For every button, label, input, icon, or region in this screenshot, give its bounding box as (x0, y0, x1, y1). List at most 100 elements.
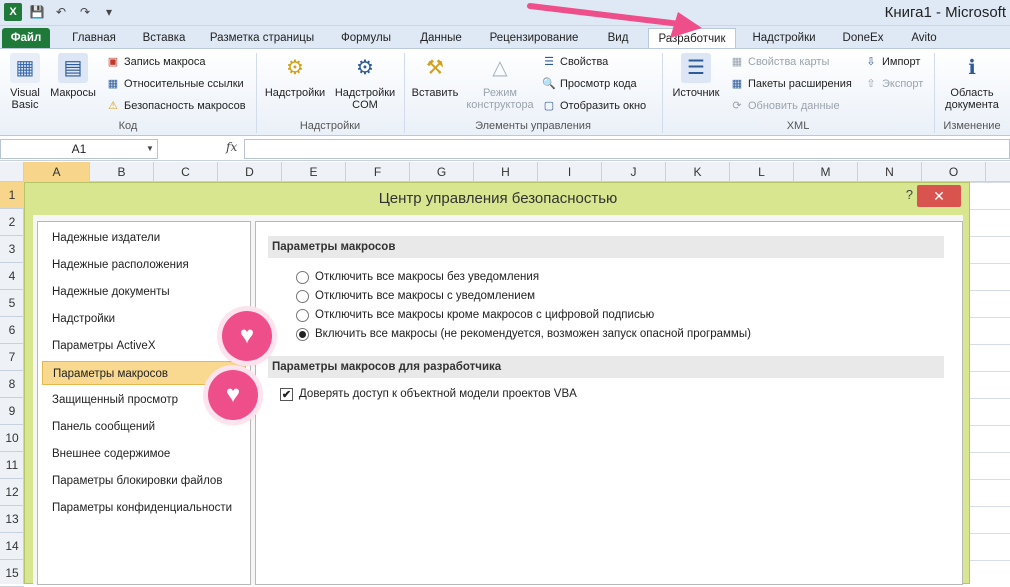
properties-label: Свойства (560, 56, 609, 68)
row-header[interactable]: 8 (0, 371, 24, 398)
column-header[interactable]: F (346, 162, 410, 182)
row-header[interactable]: 13 (0, 506, 24, 533)
select-all-corner[interactable] (0, 162, 24, 182)
row-header[interactable]: 11 (0, 452, 24, 479)
row-header[interactable]: 2 (0, 209, 24, 236)
column-header[interactable]: O (922, 162, 986, 182)
save-icon[interactable]: 💾 (28, 3, 46, 21)
row-header[interactable]: 3 (0, 236, 24, 263)
row-header[interactable]: 4 (0, 263, 24, 290)
design-mode-button[interactable]: △ Режим конструктора (460, 53, 540, 111)
checkbox-checked[interactable]: ✔ (280, 387, 293, 401)
show-window-button[interactable]: ▢ Отобразить окно (542, 97, 646, 115)
row-header[interactable]: 6 (0, 317, 24, 344)
column-header[interactable]: M (794, 162, 858, 182)
column-header[interactable]: N (858, 162, 922, 182)
macro-option-disable-except-signed[interactable]: Отключить все макросы кроме макросов с ц… (296, 306, 654, 324)
nav-item-trusted-locations[interactable]: Надежные расположения (42, 253, 246, 277)
macro-option-disable-notify[interactable]: Отключить все макросы с уведомлением (296, 287, 535, 305)
relative-refs-label: Относительные ссылки (124, 78, 244, 90)
nav-item-external-content[interactable]: Внешнее содержимое (42, 442, 246, 466)
column-header[interactable]: G (410, 162, 474, 182)
radio-button[interactable] (296, 308, 309, 322)
customize-icon[interactable]: ▾ (100, 3, 118, 21)
tab-doneex[interactable]: DoneEx (836, 28, 890, 48)
expansion-packs-button[interactable]: ▦ Пакеты расширения (730, 75, 852, 93)
document-panel-button[interactable]: ℹ Область документа (938, 53, 1006, 111)
column-header[interactable]: E (282, 162, 346, 182)
nav-item-addins[interactable]: Надстройки (42, 307, 246, 331)
refresh-data-button[interactable]: ⟳ Обновить данные (730, 97, 839, 115)
column-header[interactable]: D (218, 162, 282, 182)
row-header[interactable]: 12 (0, 479, 24, 506)
properties-button[interactable]: ☰ Свойства (542, 53, 608, 71)
macro-option-disable-no-notify[interactable]: Отключить все макросы без уведомления (296, 268, 539, 286)
record-macro-button[interactable]: ▣ Запись макроса (106, 53, 206, 71)
radio-button-selected[interactable] (296, 327, 309, 341)
tab-addins[interactable]: Надстройки (748, 28, 820, 48)
row-header[interactable]: 5 (0, 290, 24, 317)
tab-insert[interactable]: Вставка (138, 28, 190, 48)
xml-source-button[interactable]: ☰ Источник (666, 53, 726, 99)
relative-refs-button[interactable]: ▦ Относительные ссылки (106, 75, 244, 93)
redo-icon[interactable]: ↷ (76, 3, 94, 21)
undo-icon[interactable]: ↶ (52, 3, 70, 21)
row-header[interactable]: 1 (0, 182, 24, 209)
insert-control-button[interactable]: ⚒ Вставить (408, 53, 462, 99)
vba-trust-option[interactable]: ✔ Доверять доступ к объектной модели про… (280, 385, 577, 403)
tab-data[interactable]: Данные (414, 28, 468, 48)
tab-page-layout[interactable]: Разметка страницы (206, 28, 318, 48)
com-addins-button[interactable]: ⚙ Надстройки COM (330, 53, 400, 111)
design-mode-label: Режим конструктора (466, 87, 534, 111)
column-header[interactable]: L (730, 162, 794, 182)
column-header[interactable]: B (90, 162, 154, 182)
import-button[interactable]: ⇩ Импорт (864, 53, 920, 71)
row-header[interactable]: 9 (0, 398, 24, 425)
help-icon[interactable]: ? (906, 187, 913, 202)
nav-item-privacy[interactable]: Параметры конфиденциальности (42, 496, 246, 520)
column-header[interactable]: K (666, 162, 730, 182)
export-button[interactable]: ⇧ Экспорт (864, 75, 923, 93)
worksheet-grid[interactable] (970, 182, 1010, 584)
row-header[interactable]: 15 (0, 560, 24, 587)
tab-formulas[interactable]: Формулы (334, 28, 398, 48)
radio-button[interactable] (296, 289, 309, 303)
radio-button[interactable] (296, 270, 309, 284)
macro-security-button[interactable]: ⚠ Безопасность макросов (106, 97, 245, 115)
nav-item-message-bar[interactable]: Панель сообщений (42, 415, 246, 439)
column-header[interactable]: J (602, 162, 666, 182)
view-code-button[interactable]: 🔍 Просмотр кода (542, 75, 637, 93)
name-box[interactable]: A1 (0, 139, 158, 159)
formula-bar: A1 ▼ fx (0, 137, 1010, 161)
chevron-down-icon[interactable]: ▼ (146, 144, 154, 153)
nav-item-trusted-documents[interactable]: Надежные документы (42, 280, 246, 304)
row-header[interactable]: 10 (0, 425, 24, 452)
nav-item-file-block[interactable]: Параметры блокировки файлов (42, 469, 246, 493)
gear-icon: ⚙ (286, 57, 304, 79)
macro-option-enable-all[interactable]: Включить все макросы (не рекомендуется, … (296, 325, 751, 343)
map-properties-button[interactable]: ▦ Свойства карты (730, 53, 830, 71)
nav-item-activex[interactable]: Параметры ActiveX (42, 334, 246, 358)
vba-trust-label: Доверять доступ к объектной модели проек… (299, 388, 577, 400)
nav-item-trusted-publishers[interactable]: Надежные издатели (42, 226, 246, 250)
tab-file[interactable]: Файл (2, 28, 50, 48)
column-header[interactable]: H (474, 162, 538, 182)
row-header[interactable]: 14 (0, 533, 24, 560)
column-header[interactable]: I (538, 162, 602, 182)
tab-home[interactable]: Главная (66, 28, 122, 48)
column-header[interactable]: C (154, 162, 218, 182)
ribbon-tabs: Файл Главная Вставка Разметка страницы Ф… (0, 26, 1010, 48)
visual-basic-button[interactable]: ▦ Visual Basic (4, 53, 46, 111)
addins-button[interactable]: ⚙ Надстройки (262, 53, 328, 99)
formula-input[interactable] (244, 139, 1010, 159)
group-label-addins: Надстройки (299, 120, 361, 132)
close-button[interactable]: ✕ (917, 185, 961, 207)
column-header[interactable]: A (24, 162, 90, 182)
visual-basic-icon: ▦ (10, 53, 40, 83)
tab-avito[interactable]: Avito (902, 28, 946, 48)
macro-settings-panel: Параметры макросов Отключить все макросы… (255, 221, 963, 585)
row-header[interactable]: 7 (0, 344, 24, 371)
function-icon[interactable]: fx (226, 140, 237, 154)
excel-icon: X (4, 3, 22, 21)
macros-button[interactable]: ▤ Макросы (48, 53, 98, 99)
